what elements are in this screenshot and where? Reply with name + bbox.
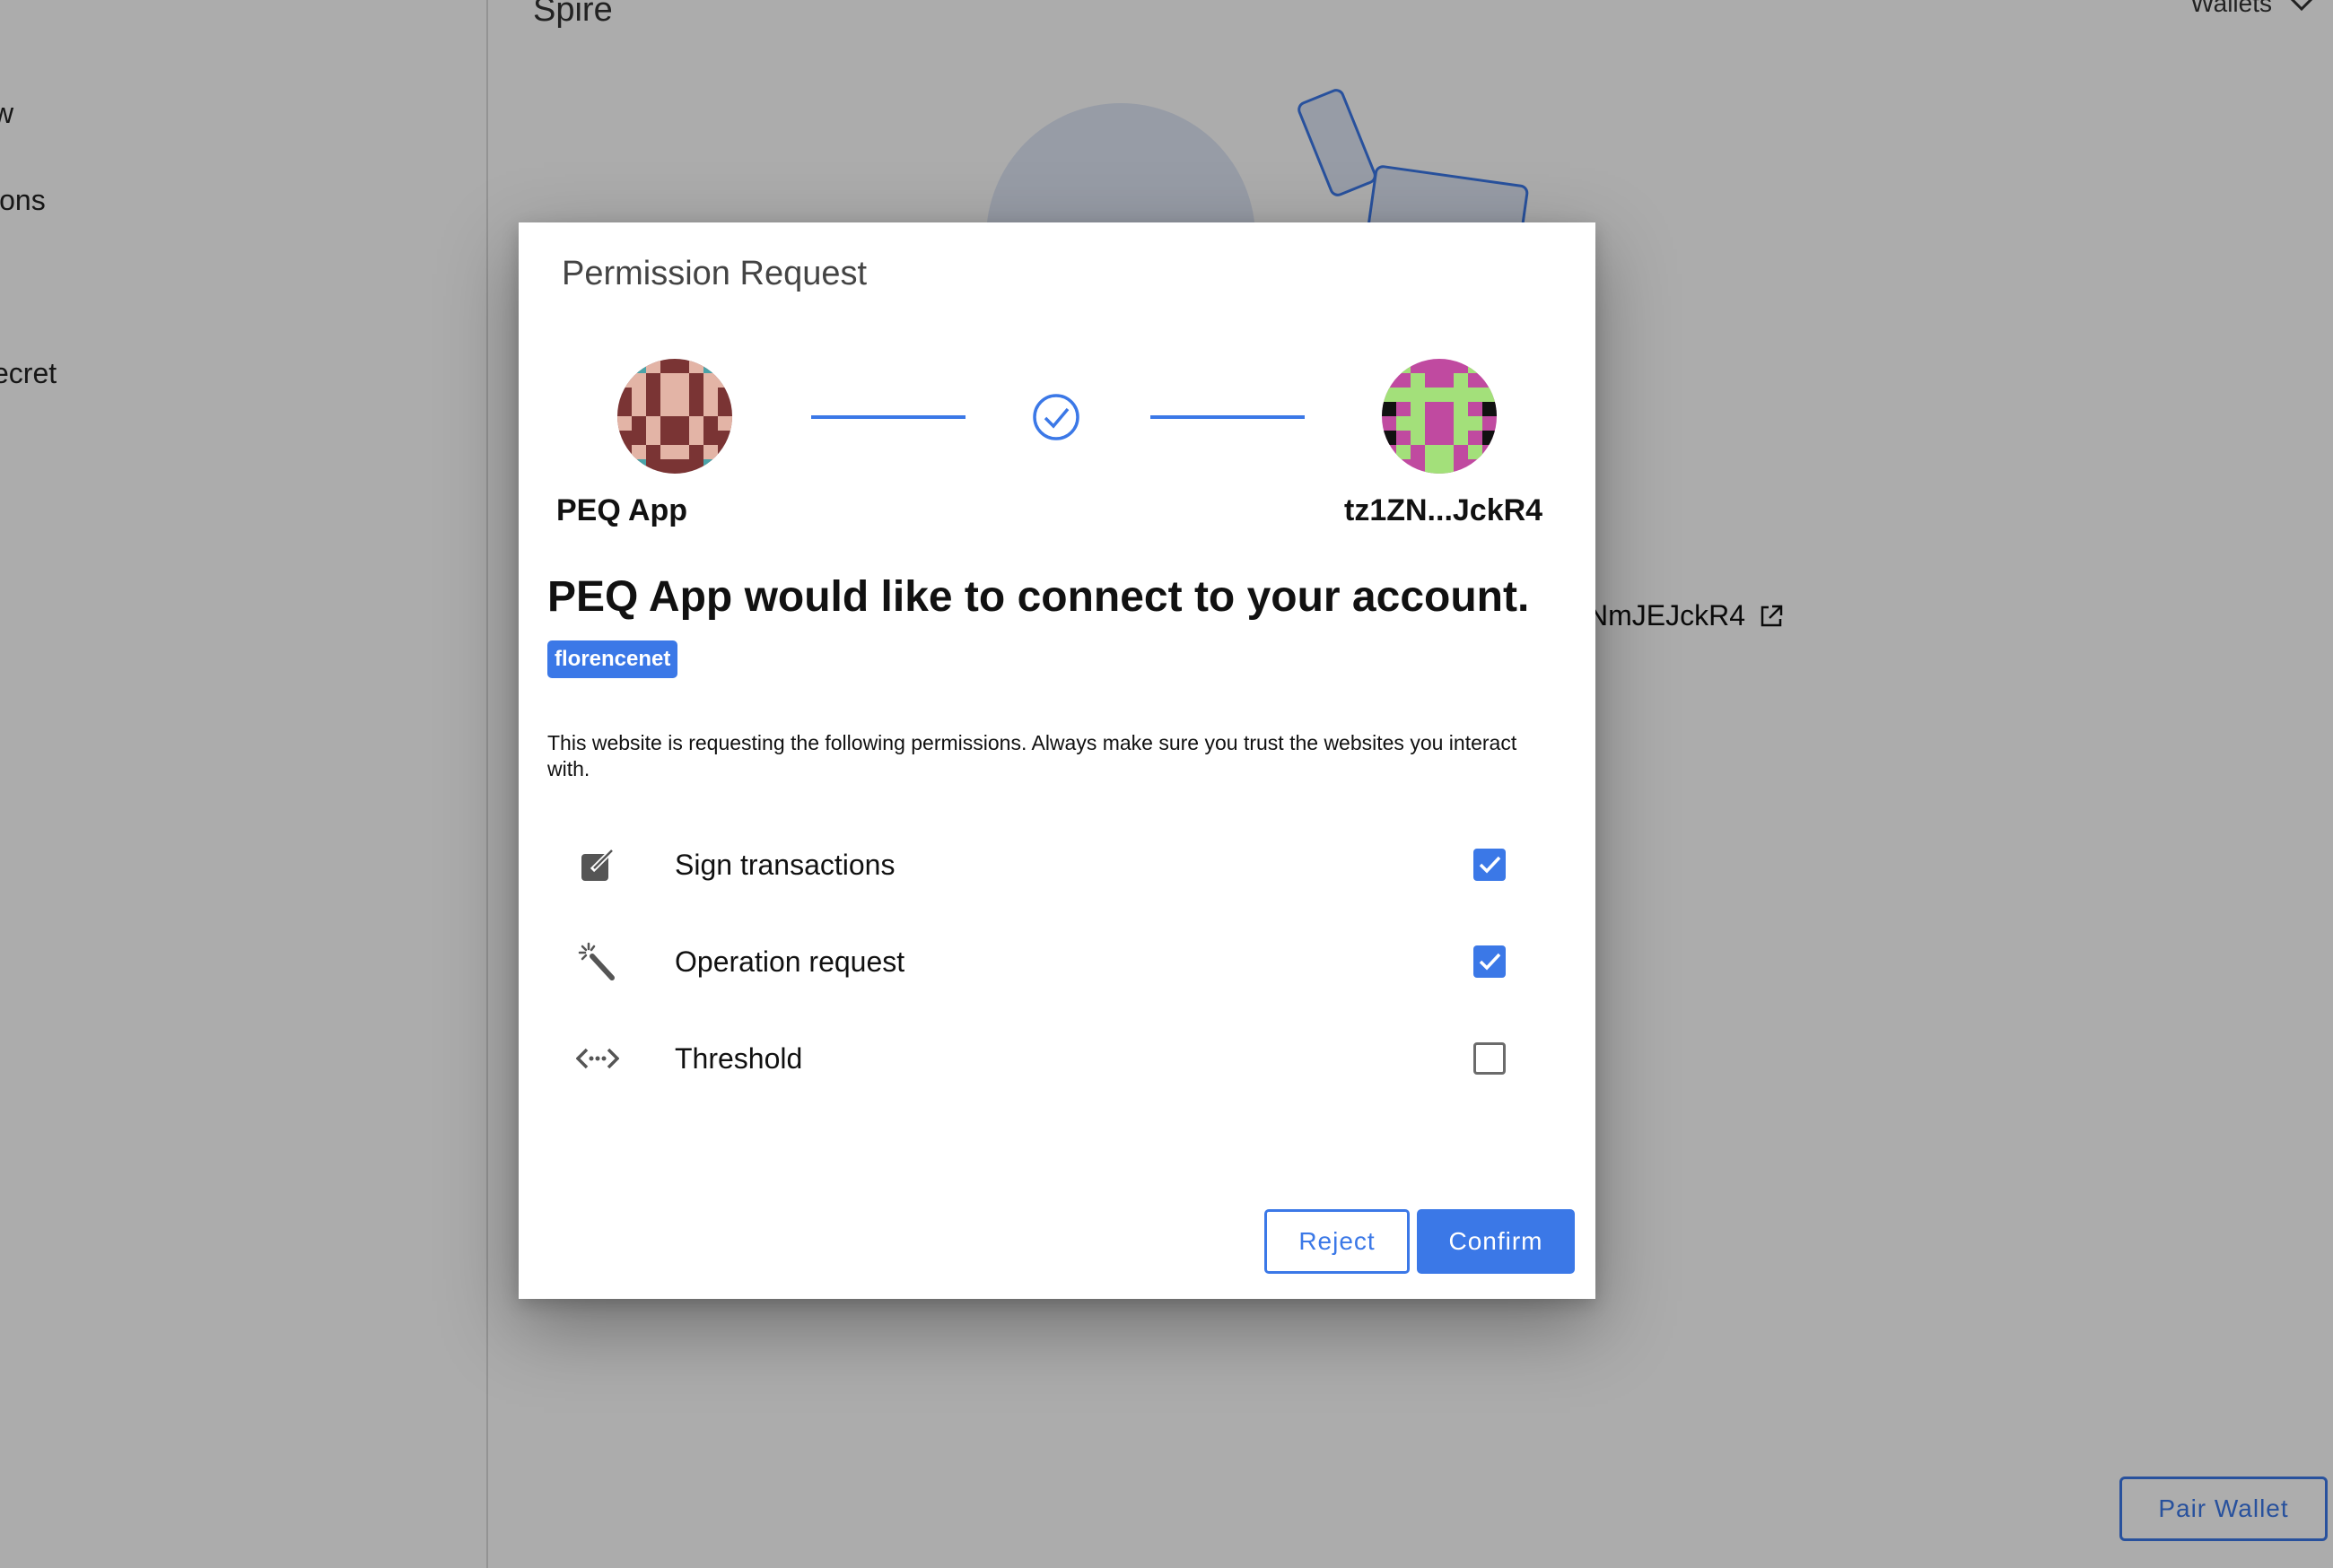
threshold-checkbox[interactable] — [1473, 1042, 1506, 1075]
app-identicon — [617, 359, 732, 474]
code-arrows-icon — [575, 1037, 620, 1080]
confirm-button[interactable]: Confirm — [1417, 1209, 1575, 1274]
account-identicon — [1382, 359, 1497, 474]
permission-label-threshold: Threshold — [675, 1042, 803, 1075]
connection-line-right — [1150, 415, 1305, 419]
permission-label-sign: Sign transactions — [675, 849, 896, 881]
magic-wand-icon — [576, 940, 619, 983]
network-badge: florencenet — [547, 640, 678, 678]
permission-row-sign: Sign transactions — [576, 840, 1545, 893]
connect-headline: PEQ App would like to connect to your ac… — [547, 573, 1530, 621]
permission-row-operation: Operation request — [576, 936, 1545, 990]
dialog-title: Permission Request — [562, 255, 868, 292]
sign-transactions-checkbox[interactable] — [1473, 849, 1506, 881]
permission-request-dialog: Permission Request PEQ App tz1ZN...JckR4… — [519, 222, 1595, 1299]
app-name: PEQ App — [556, 493, 688, 527]
permission-label-operation: Operation request — [675, 945, 905, 978]
account-name: tz1ZN...JckR4 — [1344, 493, 1543, 527]
check-circle-icon — [1033, 394, 1079, 440]
connection-line-left — [811, 415, 966, 419]
edit-icon — [576, 843, 619, 886]
permission-row-threshold: Threshold — [575, 1033, 1545, 1087]
operation-request-checkbox[interactable] — [1473, 945, 1506, 978]
permission-description: This website is requesting the following… — [547, 731, 1517, 780]
reject-button[interactable]: Reject — [1264, 1209, 1410, 1274]
